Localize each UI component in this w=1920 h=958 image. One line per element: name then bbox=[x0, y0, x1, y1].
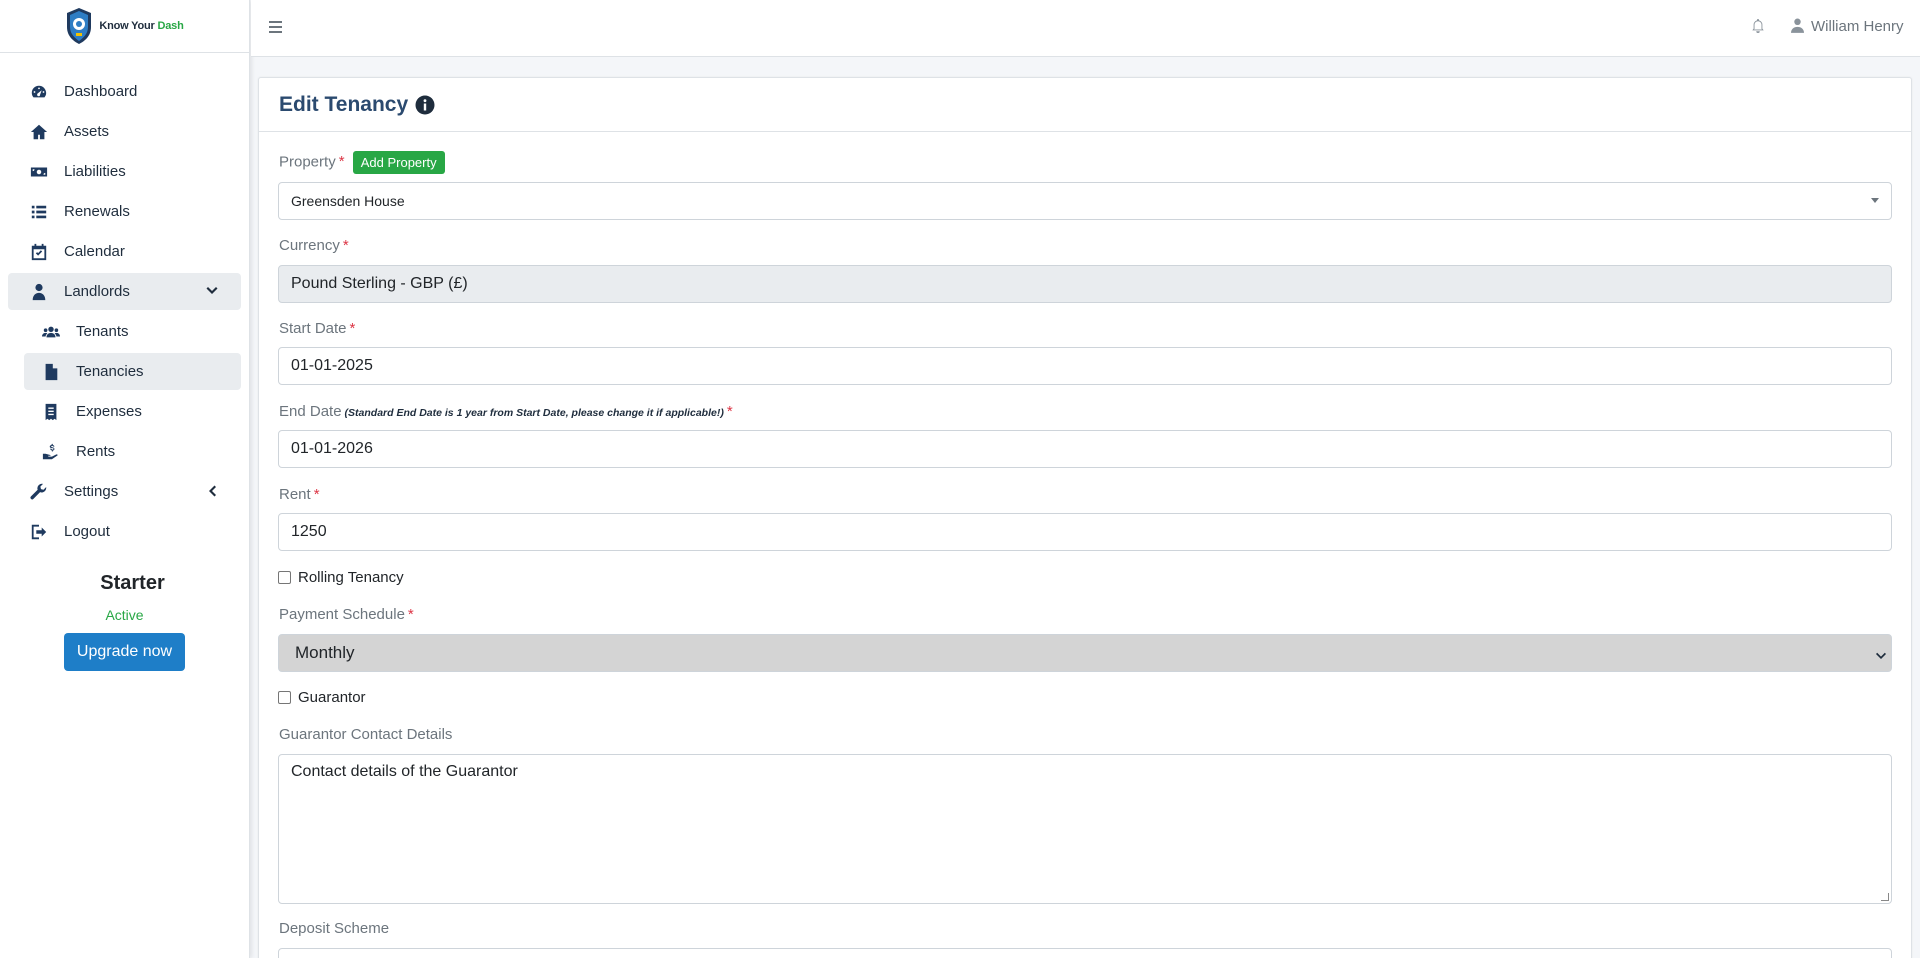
receipt-icon bbox=[40, 403, 62, 421]
page-title: Edit Tenancy bbox=[279, 92, 409, 116]
add-property-button[interactable]: Add Property bbox=[352, 151, 445, 174]
caret-down-icon bbox=[1871, 198, 1879, 203]
sidebar-item-label: Calendar bbox=[64, 243, 125, 260]
guarantor-checkbox[interactable]: Guarantor bbox=[278, 689, 366, 706]
sidebar-nav: Dashboard Assets Liabilities Renewals Ca… bbox=[0, 53, 249, 550]
plan-box: Starter Active Upgrade now bbox=[0, 572, 249, 671]
chevron-left-icon bbox=[205, 484, 219, 498]
end-date-input[interactable]: 01-01-2026 bbox=[278, 430, 1892, 468]
sidebar-item-label: Rents bbox=[76, 443, 116, 460]
sidebar-item-assets[interactable]: Assets bbox=[8, 113, 241, 150]
guarantor-label: Guarantor bbox=[298, 689, 366, 706]
end-date-hint: (Standard End Date is 1 year from Start … bbox=[344, 407, 724, 419]
rent-label: Rent * bbox=[279, 486, 320, 503]
payment-schedule-value: Monthly bbox=[295, 643, 355, 662]
sign-out-icon bbox=[28, 523, 50, 541]
property-value: Greensden House bbox=[291, 193, 405, 209]
wrench-icon bbox=[28, 483, 50, 501]
brand-name: Know Your Dash bbox=[99, 20, 184, 32]
chevron-down-icon bbox=[1875, 647, 1887, 659]
start-date-label: Start Date * bbox=[279, 320, 356, 337]
rolling-tenancy-label: Rolling Tenancy bbox=[298, 569, 404, 586]
home-icon bbox=[28, 123, 50, 141]
user-icon[interactable] bbox=[1791, 18, 1804, 33]
hand-coin-icon bbox=[40, 443, 62, 461]
edit-tenancy-card: Edit Tenancy Property * Add Property Gree… bbox=[258, 77, 1912, 958]
resize-handle-icon[interactable] bbox=[1881, 893, 1889, 901]
calendar-check-icon bbox=[28, 243, 50, 261]
hamburger-menu-icon[interactable] bbox=[269, 21, 282, 34]
payment-schedule-select[interactable]: Monthly bbox=[278, 634, 1892, 672]
sidebar-item-label: Expenses bbox=[76, 403, 142, 420]
rent-value: 1250 bbox=[291, 523, 327, 540]
rolling-tenancy-checkbox[interactable]: Rolling Tenancy bbox=[278, 569, 404, 586]
info-circle-icon[interactable] bbox=[415, 95, 435, 115]
list-icon bbox=[28, 203, 50, 221]
plan-name: Starter bbox=[100, 572, 165, 594]
sidebar-item-settings[interactable]: Settings bbox=[8, 473, 241, 510]
money-icon bbox=[28, 163, 50, 181]
sidebar-item-tenants[interactable]: Tenants bbox=[24, 313, 241, 350]
sidebar-item-label: Tenancies bbox=[76, 363, 144, 380]
end-date-label: End Date (Standard End Date is 1 year fro… bbox=[279, 403, 733, 420]
chevron-down-icon bbox=[205, 284, 219, 298]
checkbox-box[interactable] bbox=[278, 571, 291, 584]
property-select[interactable]: Greensden House bbox=[278, 182, 1892, 220]
sidebar-item-label: Settings bbox=[64, 483, 119, 500]
sidebar-item-label: Tenants bbox=[76, 323, 129, 340]
sidebar-item-rents[interactable]: Rents bbox=[24, 433, 241, 470]
plan-status: Active bbox=[105, 607, 144, 623]
sidebar-item-label: Assets bbox=[64, 123, 110, 140]
sidebar-item-label: Renewals bbox=[64, 203, 130, 220]
bell-icon[interactable] bbox=[1751, 18, 1765, 34]
sidebar: Know Your Dash Dashboard Assets Liabilit… bbox=[0, 0, 250, 958]
checkbox-box[interactable] bbox=[278, 691, 291, 704]
currency-field: Pound Sterling - GBP (£) bbox=[278, 265, 1892, 303]
guarantor-contact-label: Guarantor Contact Details bbox=[279, 726, 453, 743]
shield-logo-icon bbox=[67, 8, 92, 44]
sidebar-item-logout[interactable]: Logout bbox=[8, 513, 241, 550]
guarantor-contact-placeholder: Contact details of the Guarantor bbox=[291, 763, 518, 780]
sidebar-item-expenses[interactable]: Expenses bbox=[24, 393, 241, 430]
sidebar-item-label: Landlords bbox=[64, 283, 130, 300]
file-contract-icon bbox=[40, 363, 62, 381]
user-name[interactable]: William Henry bbox=[1811, 18, 1904, 35]
users-icon bbox=[40, 323, 62, 341]
sidebar-item-dashboard[interactable]: Dashboard bbox=[8, 73, 241, 110]
start-date-value: 01-01-2025 bbox=[291, 357, 373, 374]
property-label: Property * Add Property bbox=[279, 151, 445, 174]
brand-logo[interactable]: Know Your Dash bbox=[0, 0, 249, 53]
sidebar-item-tenancies[interactable]: Tenancies bbox=[24, 353, 241, 390]
sidebar-item-label: Dashboard bbox=[64, 83, 138, 100]
sidebar-item-landlords[interactable]: Landlords bbox=[8, 273, 241, 310]
currency-label: Currency * bbox=[279, 237, 349, 254]
user-tie-icon bbox=[28, 283, 50, 301]
sidebar-item-label: Liabilities bbox=[64, 163, 126, 180]
end-date-value: 01-01-2026 bbox=[291, 440, 373, 457]
deposit-scheme-label: Deposit Scheme bbox=[279, 920, 390, 937]
rent-input[interactable]: 1250 bbox=[278, 513, 1892, 551]
card-header: Edit Tenancy bbox=[259, 78, 1911, 132]
gauge-icon bbox=[28, 83, 50, 101]
payment-schedule-label: Payment Schedule * bbox=[279, 606, 414, 623]
start-date-input[interactable]: 01-01-2025 bbox=[278, 347, 1892, 385]
guarantor-contact-textarea[interactable]: Contact details of the Guarantor bbox=[278, 754, 1892, 904]
currency-value: Pound Sterling - GBP (£) bbox=[291, 275, 468, 292]
top-navbar: William Henry bbox=[251, 0, 1920, 57]
sidebar-item-label: Logout bbox=[64, 523, 110, 540]
sidebar-item-liabilities[interactable]: Liabilities bbox=[8, 153, 241, 190]
deposit-scheme-field[interactable] bbox=[278, 948, 1892, 958]
upgrade-now-button[interactable]: Upgrade now bbox=[63, 633, 186, 671]
sidebar-item-renewals[interactable]: Renewals bbox=[8, 193, 241, 230]
sidebar-item-calendar[interactable]: Calendar bbox=[8, 233, 241, 270]
